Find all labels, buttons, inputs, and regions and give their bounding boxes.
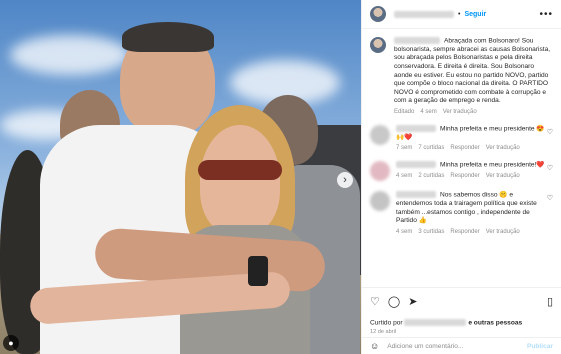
publish-button[interactable]: Publicar	[527, 343, 553, 350]
comment-time: 4 sem	[396, 173, 413, 180]
post-caption: Abraçada com Bolsonaro! Sou bolsonarista…	[370, 37, 553, 115]
comment-likes[interactable]: 3 curtidas	[418, 229, 444, 235]
comment-time: 7 sem	[396, 145, 413, 152]
next-photo-button[interactable]: ›	[337, 172, 353, 188]
caption-username-redacted[interactable]	[394, 37, 440, 44]
comment-like-heart-icon[interactable]: ♡	[547, 164, 553, 172]
caption-text: Abraçada com Bolsonaro! Sou bolsonarista…	[394, 37, 551, 105]
like-heart-icon[interactable]: ♡	[370, 295, 380, 308]
edited-label: Editado	[394, 109, 415, 115]
post-side-panel: • Seguir ••• Abraçada com Bolsonaro! Sou…	[361, 0, 561, 354]
comment-avatar[interactable]	[370, 161, 390, 182]
comment-avatar[interactable]	[370, 125, 390, 145]
liked-by-username-redacted[interactable]	[404, 318, 467, 326]
comment-meta: 4 sem 3 curtidas Responder Ver tradução	[396, 229, 546, 235]
tagged-user-icon[interactable]: ●	[3, 335, 19, 351]
post-header: • Seguir •••	[362, 0, 561, 29]
author-avatar[interactable]	[370, 6, 386, 22]
comment-text-block: Minha prefeita e meu presidente!❤️	[396, 161, 546, 170]
liked-by-prefix: Curtido por	[370, 319, 403, 326]
comment-text-block: Nos sabemos disso 🤫 e entendemos toda a …	[396, 191, 546, 226]
emoji-smiley-icon[interactable]: ☺	[370, 341, 379, 351]
comment-likes[interactable]: 2 curtidas	[418, 173, 444, 179]
photo-cloud	[10, 35, 130, 75]
post-photo[interactable]: › ●	[0, 0, 361, 354]
share-send-icon[interactable]: ➤	[408, 295, 417, 308]
comment-username-redacted[interactable]	[396, 161, 436, 169]
comment-item: Minha prefeita e meu presidente 😍🙌❤️ 7 s…	[370, 125, 553, 151]
caption-time: 4 sem	[420, 109, 437, 115]
comment-reply-link[interactable]: Responder	[450, 173, 479, 179]
comment-bubble-icon[interactable]: ◯	[388, 295, 400, 308]
comment-translate-link[interactable]: Ver tradução	[486, 173, 520, 179]
photo-watch	[248, 256, 268, 286]
author-username-redacted[interactable]	[394, 10, 454, 18]
liked-by-line: Curtido por e outras pessoas	[370, 318, 522, 326]
photo-man-hair	[122, 22, 214, 52]
comment-meta: 4 sem 2 curtidas Responder Ver tradução	[396, 173, 546, 179]
comment-text: Minha prefeita e meu presidente!❤️	[440, 161, 545, 169]
comment-translate-link[interactable]: Ver tradução	[486, 145, 520, 151]
comment-input[interactable]: Adicione um comentário...	[387, 343, 463, 350]
comment-translate-link[interactable]: Ver tradução	[486, 229, 520, 235]
caption-meta: Editado 4 sem Ver tradução	[394, 109, 553, 115]
more-horizontal-icon[interactable]: •••	[539, 9, 553, 20]
comment-avatar[interactable]	[370, 191, 390, 212]
comments-scroll-area[interactable]: Abraçada com Bolsonaro! Sou bolsonarista…	[362, 29, 561, 288]
comment-likes[interactable]: 7 curtidas	[418, 145, 444, 151]
comment-username-redacted[interactable]	[396, 125, 436, 132]
caption-author-avatar[interactable]	[370, 37, 386, 53]
comment-time: 4 sem	[396, 229, 413, 236]
post-actions-bar: ♡ ◯ ➤ ▯	[362, 287, 561, 314]
chevron-right-icon: ›	[343, 174, 347, 186]
header-separator: •	[458, 10, 461, 18]
follow-button[interactable]: Seguir	[464, 11, 486, 18]
comment-reply-link[interactable]: Responder	[450, 229, 479, 235]
instagram-post-view: › ● • Seguir ••• Abraçada com Bolsonaro!…	[0, 0, 561, 354]
comment-item: Minha prefeita e meu presidente!❤️ 4 sem…	[370, 161, 553, 182]
comment-meta: 7 sem 7 curtidas Responder Ver tradução	[396, 145, 546, 151]
comment-like-heart-icon[interactable]: ♡	[547, 194, 553, 202]
add-comment-bar: ☺ Adicione um comentário... Publicar	[362, 337, 561, 354]
caption-text-block: Abraçada com Bolsonaro! Sou bolsonarista…	[394, 37, 553, 106]
save-bookmark-icon[interactable]: ▯	[547, 295, 553, 308]
comment-text-block: Minha prefeita e meu presidente 😍🙌❤️	[396, 125, 546, 142]
photo-woman-face	[200, 125, 280, 235]
comment-item: Nos sabemos disso 🤫 e entendemos toda a …	[370, 191, 553, 235]
comment-username-redacted[interactable]	[396, 191, 436, 199]
post-date: 12 de abril	[370, 329, 397, 335]
comment-like-heart-icon[interactable]: ♡	[547, 128, 553, 136]
comment-reply-link[interactable]: Responder	[450, 145, 479, 151]
liked-by-others-link[interactable]: e outras pessoas	[468, 319, 522, 326]
caption-translate-link[interactable]: Ver tradução	[443, 109, 477, 115]
photo-woman-sunglasses	[198, 160, 282, 180]
